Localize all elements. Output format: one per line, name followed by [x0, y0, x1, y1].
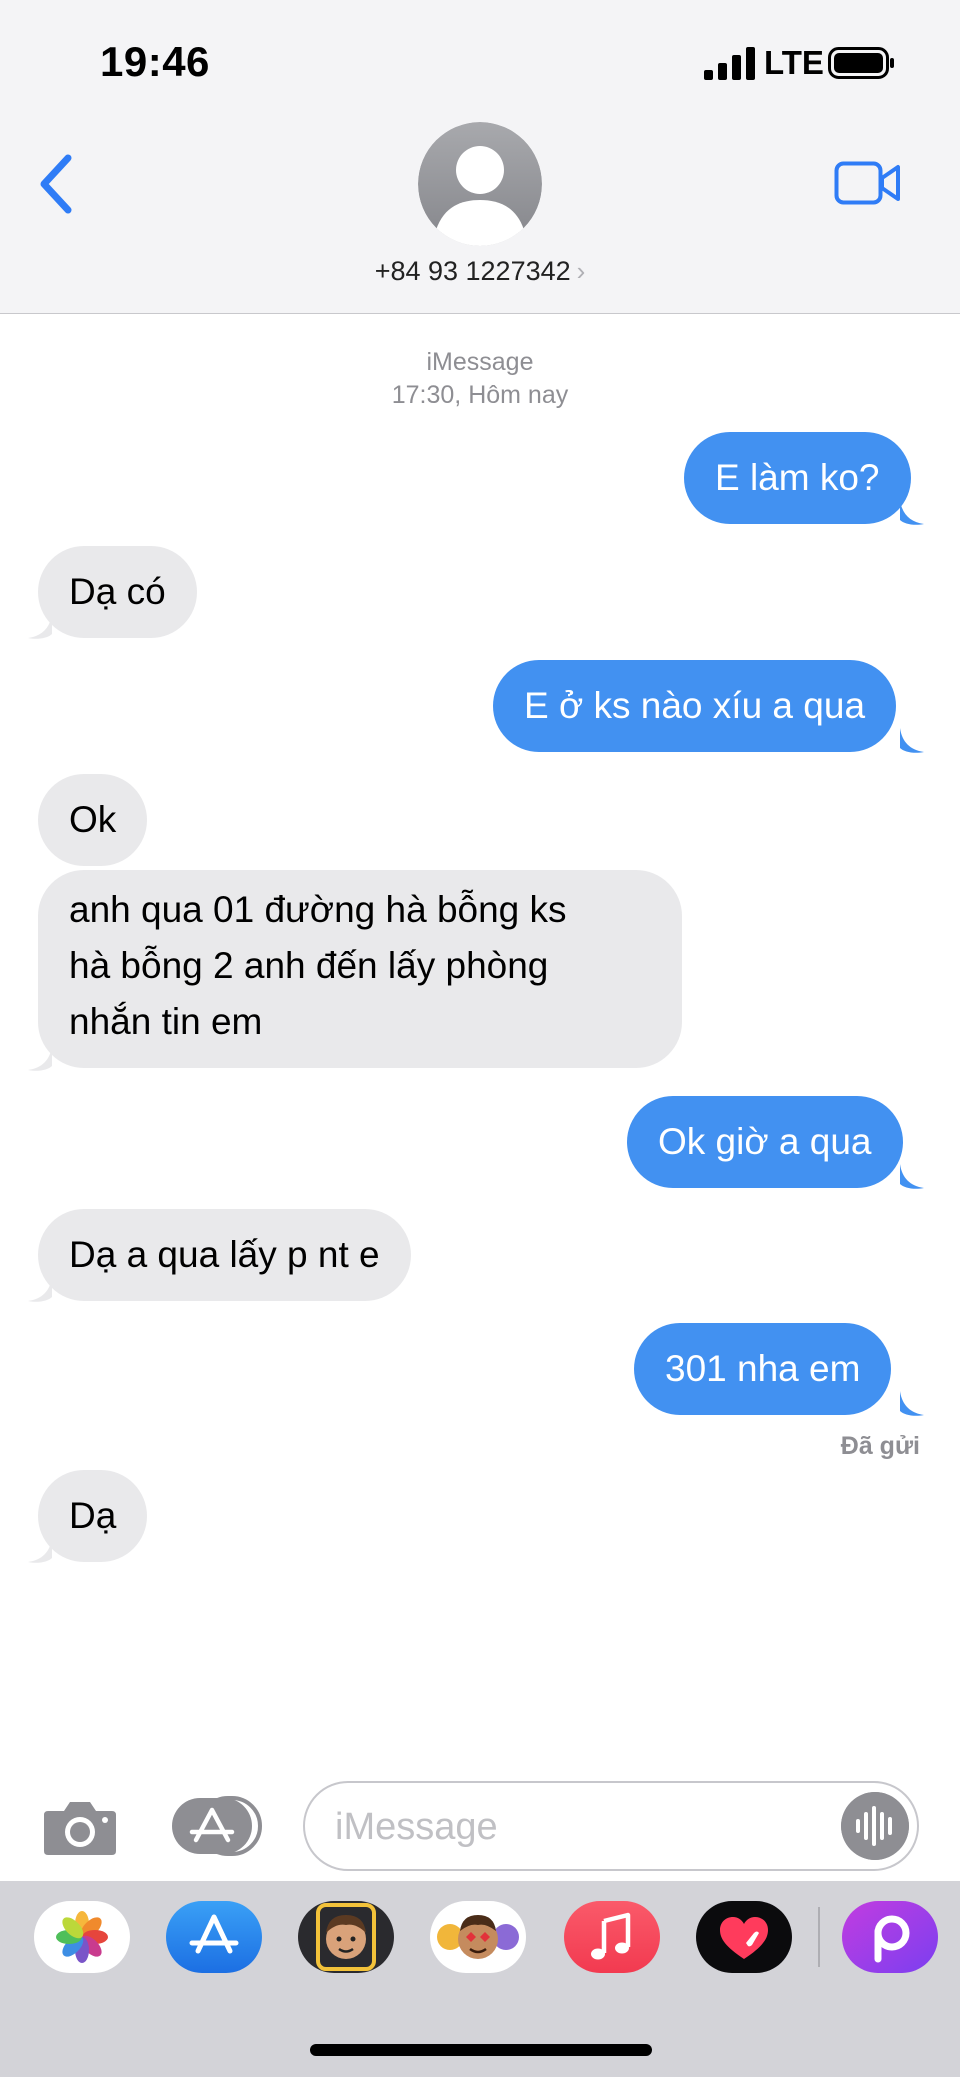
message-input[interactable] [333, 1803, 817, 1851]
bubble-tail [28, 614, 52, 639]
bubble-tail [28, 1538, 52, 1563]
network-type: LTE [764, 44, 824, 81]
service-label: iMessage [426, 348, 534, 376]
bubble-tail [28, 1277, 52, 1302]
message-bubble-received[interactable]: Dạ [38, 1470, 148, 1562]
bubble-tail [900, 728, 924, 753]
tray-divider [818, 1907, 820, 1967]
camera-icon[interactable] [42, 1797, 118, 1857]
photos-icon[interactable] [34, 1901, 130, 1973]
message-bubble-sent[interactable]: 301 nha em [634, 1323, 892, 1415]
message-bubble-received[interactable]: Dạ a qua lấy p nt e [38, 1209, 411, 1301]
thread-meta: iMessage 17:30, Hôm nay [0, 346, 960, 412]
bubble-tail [28, 1046, 52, 1071]
message-bubble-sent[interactable]: E làm ko? [684, 432, 911, 524]
home-indicator[interactable] [310, 2044, 652, 2056]
music-icon[interactable] [564, 1901, 660, 1973]
message-bubble-sent[interactable]: E ở ks nào xíu a qua [493, 660, 897, 752]
battery-icon [828, 47, 894, 79]
conversation-header: 19:46 LTE +84 93 1227342 › [0, 0, 960, 314]
contact-name[interactable]: +84 93 1227342 › [0, 256, 960, 287]
bubble-tail [900, 1164, 924, 1189]
bubble-tail [900, 1391, 924, 1416]
picsart-icon[interactable] [842, 1901, 938, 1973]
status-time: 19:46 [100, 38, 210, 85]
contact-number: +84 93 1227342 [374, 256, 571, 286]
app-store-icon[interactable] [170, 1796, 262, 1856]
message-bubble-received[interactable]: Dạ có [38, 546, 197, 638]
delivered-status: Đã gửi [840, 1432, 920, 1460]
audio-waveform-icon[interactable] [841, 1792, 909, 1860]
memoji-icon[interactable] [298, 1901, 394, 1973]
animoji-icon[interactable] [430, 1901, 526, 1973]
message-bubble-sent[interactable]: Ok giờ a qua [627, 1096, 903, 1188]
contact-chevron: › [576, 256, 586, 286]
bubble-tail [900, 500, 924, 525]
digital-touch-icon[interactable] [696, 1901, 792, 1973]
message-bubble-received[interactable]: anh qua 01 đường hà bỗng ks hà bỗng 2 an… [38, 870, 682, 1068]
message-input-field[interactable] [303, 1781, 919, 1871]
message-bubble-received[interactable]: Ok [38, 774, 148, 866]
thread-timestamp: 17:30, Hôm nay [391, 381, 569, 409]
chevron-left-icon[interactable] [36, 152, 76, 216]
contact-avatar[interactable] [418, 122, 542, 246]
signal-icon [704, 47, 755, 80]
video-camera-icon[interactable] [834, 160, 902, 206]
app-store-icon[interactable] [166, 1901, 262, 1973]
